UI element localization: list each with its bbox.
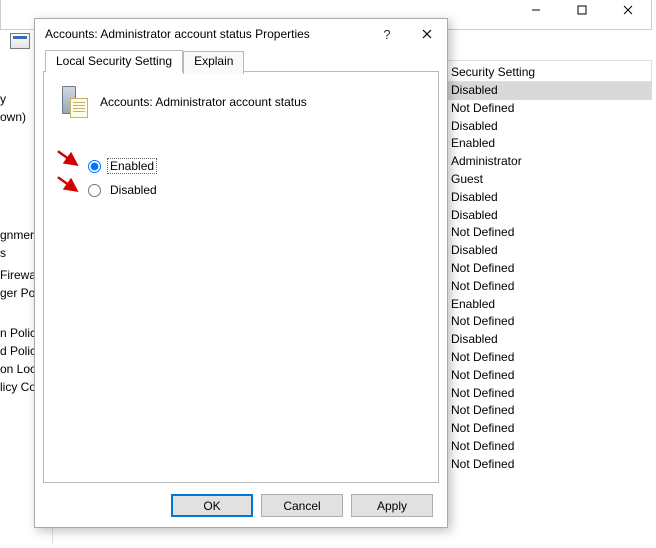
policy-name: Accounts: Administrator account status: [100, 95, 307, 109]
setting-cell[interactable]: Not Defined: [445, 420, 652, 438]
radio-disabled-input[interactable]: [88, 184, 101, 197]
setting-cell[interactable]: Not Defined: [445, 260, 652, 278]
dialog-tabs: Local Security Setting Explain: [43, 50, 439, 73]
setting-cell[interactable]: Disabled: [445, 189, 652, 207]
dialog-button-row: OK Cancel Apply: [171, 494, 433, 517]
setting-cell[interactable]: Guest: [445, 171, 652, 189]
tab-explain[interactable]: Explain: [183, 51, 244, 74]
dialog-titlebar[interactable]: Accounts: Administrator account status P…: [35, 19, 447, 49]
setting-cell[interactable]: Not Defined: [445, 367, 652, 385]
policy-header: Accounts: Administrator account status: [58, 86, 307, 118]
dialog-help-button[interactable]: ?: [367, 20, 407, 48]
toolbar-properties-icon[interactable]: [10, 33, 30, 49]
radio-enabled-input[interactable]: [88, 160, 101, 173]
setting-cell[interactable]: Not Defined: [445, 402, 652, 420]
setting-cell[interactable]: Administrator: [445, 153, 652, 171]
dialog-body: Local Security Setting Explain Accounts:…: [43, 49, 439, 483]
setting-cell[interactable]: Disabled: [445, 82, 652, 100]
ok-button[interactable]: OK: [171, 494, 253, 517]
setting-cell[interactable]: Not Defined: [445, 224, 652, 242]
cancel-button[interactable]: Cancel: [261, 494, 343, 517]
radio-enabled[interactable]: Enabled: [88, 158, 160, 174]
setting-cell[interactable]: Disabled: [445, 207, 652, 225]
policy-icon: [58, 86, 90, 118]
setting-cell[interactable]: Disabled: [445, 331, 652, 349]
setting-cell[interactable]: Not Defined: [445, 313, 652, 331]
setting-cell[interactable]: Not Defined: [445, 349, 652, 367]
radio-enabled-label: Enabled: [107, 158, 157, 174]
setting-cell[interactable]: Enabled: [445, 135, 652, 153]
tab-local-security-setting[interactable]: Local Security Setting: [45, 50, 183, 73]
column-header-setting[interactable]: Security Setting: [445, 60, 652, 82]
setting-cell[interactable]: Not Defined: [445, 385, 652, 403]
apply-button[interactable]: Apply: [351, 494, 433, 517]
setting-cell[interactable]: Disabled: [445, 118, 652, 136]
setting-cell[interactable]: Enabled: [445, 296, 652, 314]
minimize-button[interactable]: [513, 0, 559, 20]
setting-cell[interactable]: Not Defined: [445, 278, 652, 296]
setting-cell[interactable]: Disabled: [445, 242, 652, 260]
setting-cell[interactable]: Not Defined: [445, 100, 652, 118]
security-setting-column: Security Setting DisabledNot DefinedDisa…: [445, 60, 652, 544]
dialog-close-button[interactable]: [407, 20, 447, 48]
radio-disabled[interactable]: Disabled: [88, 182, 160, 198]
setting-cell[interactable]: Not Defined: [445, 438, 652, 456]
dialog-title: Accounts: Administrator account status P…: [45, 27, 367, 41]
tab-panel: Accounts: Administrator account status E…: [43, 71, 439, 483]
radio-disabled-label: Disabled: [107, 182, 160, 198]
close-button[interactable]: [605, 0, 651, 20]
maximize-button[interactable]: [559, 0, 605, 20]
annotation-arrow-icon: [53, 148, 86, 171]
setting-cell[interactable]: Not Defined: [445, 456, 652, 474]
properties-dialog: Accounts: Administrator account status P…: [34, 18, 448, 528]
radio-group: Enabled Disabled: [88, 158, 160, 206]
annotation-arrow-icon: [53, 174, 86, 197]
